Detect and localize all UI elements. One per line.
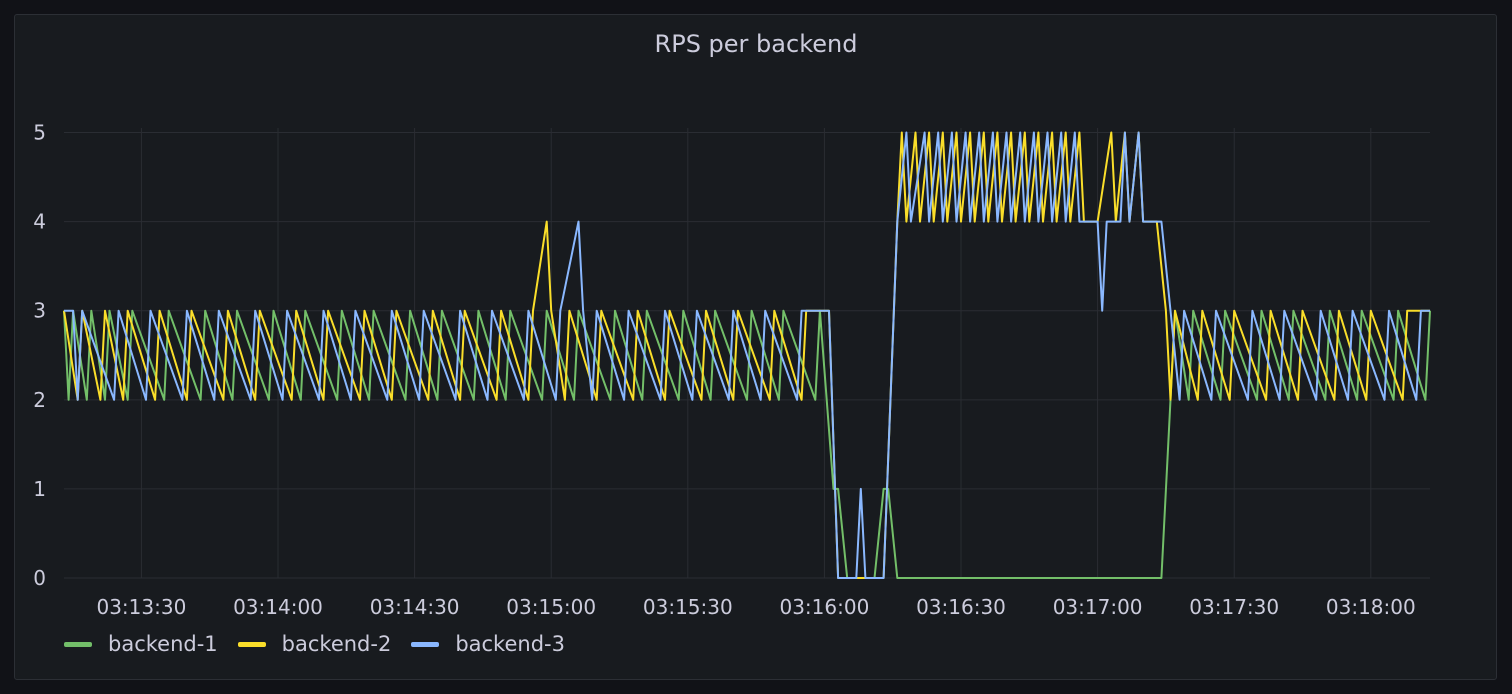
series-line-backend-1 — [63, 309, 1431, 579]
legend-swatch — [237, 641, 266, 647]
legend-swatch — [64, 641, 92, 647]
legend-swatch — [411, 641, 440, 647]
legend: backend-1 backend-2 backend-3 — [64, 632, 585, 656]
y-axis-ticks: 0 1 2 3 4 5 — [33, 121, 46, 590]
y-tick-label: 2 — [33, 388, 46, 412]
x-tick-label: 03:17:00 — [1053, 595, 1143, 619]
y-tick-label: 3 — [33, 299, 46, 323]
series-lines — [63, 131, 1431, 579]
series-line-backend-3 — [64, 131, 1430, 579]
x-axis-ticks: 03:13:30 03:14:00 03:14:30 03:15:00 03:15:30… — [96, 595, 1415, 619]
legend-label: backend-3 — [455, 632, 565, 656]
legend-item-backend-2[interactable]: backend-2 — [237, 632, 392, 656]
x-tick-label: 03:18:00 — [1326, 595, 1416, 619]
y-tick-label: 4 — [33, 210, 46, 234]
x-tick-label: 03:16:00 — [779, 595, 869, 619]
legend-item-backend-1[interactable]: backend-1 — [64, 632, 218, 656]
y-tick-label: 0 — [33, 566, 46, 590]
legend-item-backend-3[interactable]: backend-3 — [411, 632, 565, 656]
x-tick-label: 03:13:30 — [96, 595, 186, 619]
x-tick-label: 03:14:00 — [233, 595, 323, 619]
legend-label: backend-1 — [108, 632, 218, 656]
x-tick-label: 03:15:30 — [643, 595, 733, 619]
x-tick-label: 03:15:00 — [506, 595, 596, 619]
y-tick-label: 5 — [33, 121, 46, 145]
x-tick-label: 03:16:30 — [916, 595, 1006, 619]
y-tick-label: 1 — [33, 477, 46, 501]
chart-plot: 012345 03:13:30 03:14:00 03:14:30 03:15:00 0… — [33, 121, 1431, 619]
legend-label: backend-2 — [281, 632, 392, 656]
x-tick-label: 03:17:30 — [1189, 595, 1279, 619]
x-tick-label: 03:14:30 — [370, 595, 460, 619]
